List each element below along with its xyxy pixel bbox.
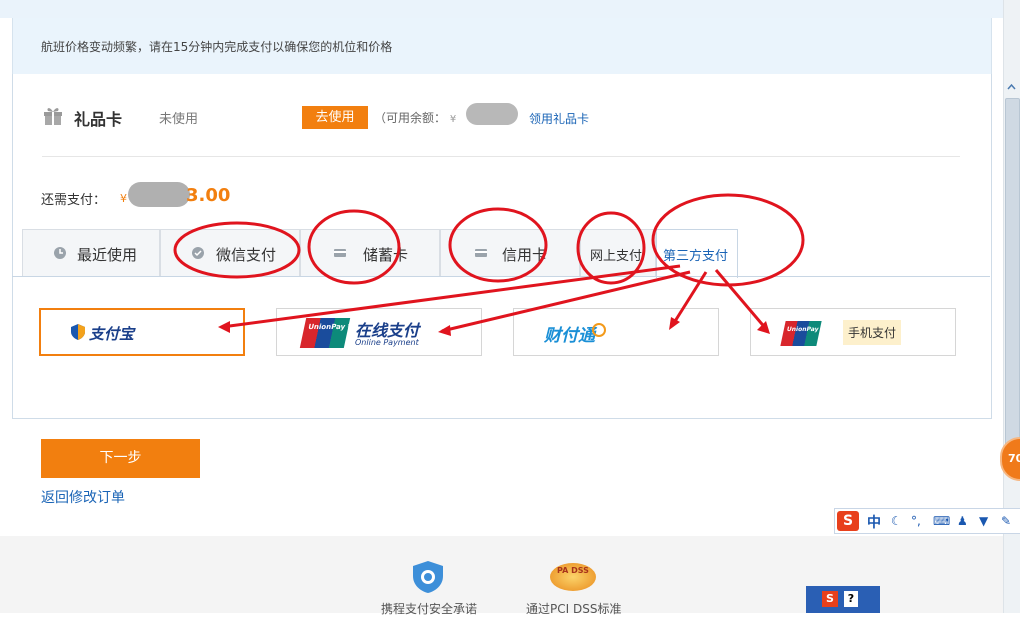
annotation-overlay	[173, 193, 805, 336]
arrowhead	[438, 325, 451, 336]
annotation-circle-third-party	[651, 193, 805, 287]
arrowhead	[757, 321, 770, 334]
annotation-arrow-mobile	[714, 269, 769, 331]
annotation-circle-credit	[448, 207, 548, 283]
annotation-circle-wechat	[173, 221, 301, 279]
arrowhead	[669, 317, 680, 330]
annotation-circle-debit	[307, 209, 401, 285]
arrowhead	[218, 321, 230, 333]
annotation-arrow-alipay	[221, 264, 681, 329]
